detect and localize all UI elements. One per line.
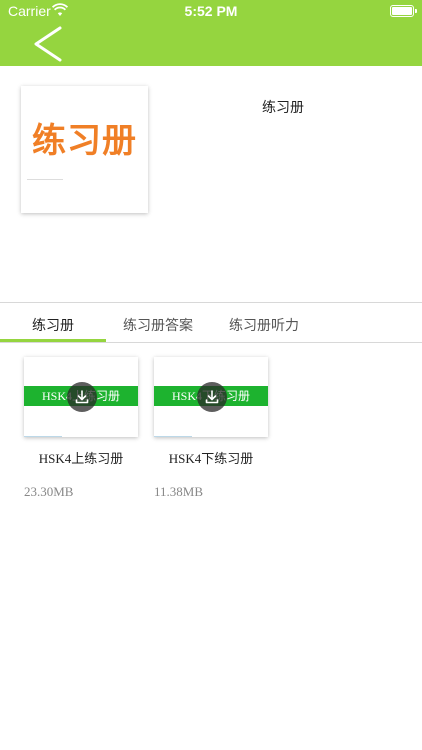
item-size: 11.38MB: [154, 484, 203, 499]
battery-icon: [390, 5, 417, 17]
book-title: 练习册: [262, 100, 304, 116]
thumbnail-divider: [154, 436, 192, 437]
download-button[interactable]: [197, 382, 227, 412]
download-button[interactable]: [67, 382, 97, 412]
tab-workbook[interactable]: 练习册: [32, 315, 74, 335]
tab-workbook-answers[interactable]: 练习册答案: [123, 315, 193, 335]
cover-title: 练习册: [32, 121, 137, 161]
item-title: HSK4上练习册: [38, 451, 124, 466]
tab-workbook-listening[interactable]: 练习册听力: [229, 315, 299, 335]
chevron-left-icon: [34, 26, 62, 62]
download-icon: [75, 390, 89, 404]
cover-divider: [27, 179, 63, 180]
item-thumbnail[interactable]: HSK4上练习册: [24, 357, 138, 437]
book-cover-image: 练习册: [21, 86, 148, 213]
tab-bar: 练习册 练习册答案 练习册听力: [0, 302, 422, 343]
download-icon: [205, 390, 219, 404]
back-button[interactable]: [28, 26, 68, 62]
active-tab-indicator: [0, 339, 106, 342]
item-thumbnail[interactable]: HSK4下练习册: [154, 357, 268, 437]
item-title: HSK4下练习册: [168, 451, 254, 466]
item-size: 23.30MB: [24, 484, 74, 499]
navigation-header: Carrier 5:52 PM: [0, 0, 422, 66]
thumbnail-divider: [24, 436, 62, 437]
status-bar: Carrier 5:52 PM: [0, 0, 422, 22]
status-time: 5:52 PM: [184, 3, 238, 19]
